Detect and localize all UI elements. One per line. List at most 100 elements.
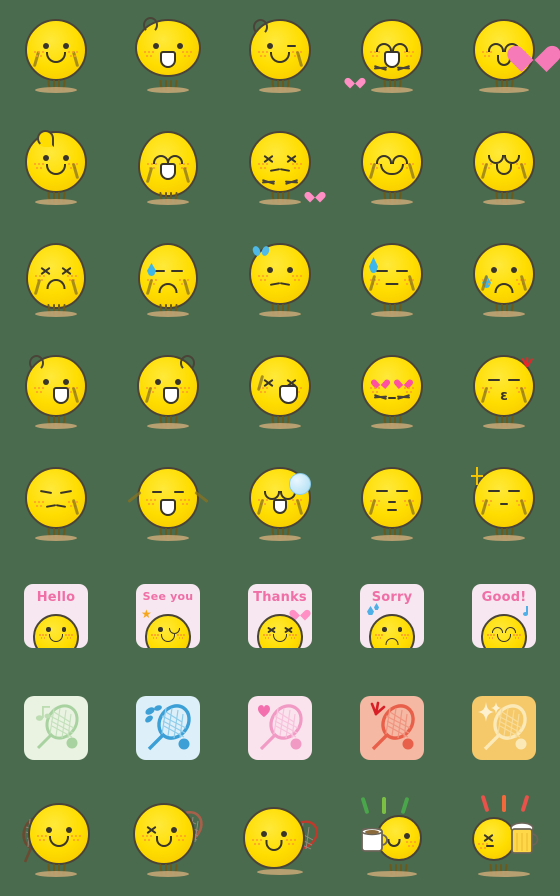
sticker-cell[interactable]: [112, 784, 224, 896]
good-tile[interactable]: Good!: [472, 584, 536, 648]
sticker-cell[interactable]: See you ★: [112, 560, 224, 672]
sad-sweating-face[interactable]: [120, 232, 216, 328]
sticker-cell[interactable]: [224, 224, 336, 336]
sticker-cell[interactable]: [448, 448, 560, 560]
heart-eyes-face[interactable]: [344, 344, 440, 440]
surprised-face-antenna[interactable]: [120, 344, 216, 440]
sticker-cell[interactable]: Thanks: [224, 560, 336, 672]
star-icon: ★: [141, 607, 152, 621]
sleepy-face-bubble[interactable]: [232, 456, 328, 552]
sticker-cell[interactable]: [0, 672, 112, 784]
face-with-racket-behind[interactable]: [8, 792, 104, 888]
sticker-cell[interactable]: [224, 784, 336, 896]
squinting-face-heart[interactable]: [232, 120, 328, 216]
puzzled-face-blue-ribbon[interactable]: [232, 232, 328, 328]
blissful-closed-eyes-face[interactable]: [456, 120, 552, 216]
open-mouth-face[interactable]: [8, 344, 104, 440]
sticker-cell[interactable]: [448, 0, 560, 112]
heart-icon: [309, 190, 321, 201]
sticker-cell[interactable]: [224, 448, 336, 560]
anger-mark-icon: [517, 356, 537, 377]
sticker-cell[interactable]: [336, 0, 448, 112]
tile-word: Sorry: [371, 590, 413, 605]
sticker-cell[interactable]: [224, 672, 336, 784]
winking-face-with-racket[interactable]: [120, 792, 216, 888]
grinning-face-antenna[interactable]: [120, 8, 216, 104]
sticker-cell[interactable]: [112, 448, 224, 560]
ribbon-icon: [253, 245, 269, 257]
excited-squint-face[interactable]: [232, 344, 328, 440]
smug-face[interactable]: [8, 456, 104, 552]
cheerful-face-arms-out[interactable]: [120, 456, 216, 552]
sticker-cell[interactable]: [112, 112, 224, 224]
sticker-cell[interactable]: [336, 224, 448, 336]
sticker-cell[interactable]: Good!: [448, 560, 560, 672]
heart-icon: [349, 76, 361, 87]
sticker-cell[interactable]: [0, 336, 112, 448]
sticker-cell[interactable]: [112, 336, 224, 448]
sticker-cell[interactable]: [336, 784, 448, 896]
racket-tile-red[interactable]: [360, 696, 424, 760]
sweat-drop-icon: [147, 263, 156, 276]
tile-face: [481, 614, 527, 648]
face-with-coffee-mug[interactable]: [344, 792, 440, 888]
sticker-cell[interactable]: [448, 784, 560, 896]
laughing-face[interactable]: [120, 120, 216, 216]
idea-face-sparkle[interactable]: [456, 456, 552, 552]
racket-tile-pink[interactable]: [248, 696, 312, 760]
sticker-cell[interactable]: [0, 448, 112, 560]
sticker-cell[interactable]: [448, 672, 560, 784]
thanks-tile[interactable]: Thanks: [248, 584, 312, 648]
sticker-cell[interactable]: [224, 112, 336, 224]
crying-x-eyes-face[interactable]: [8, 232, 104, 328]
crying-face-tear[interactable]: [456, 232, 552, 328]
content-smiling-face[interactable]: [344, 120, 440, 216]
sticker-cell[interactable]: [112, 672, 224, 784]
sticker-cell[interactable]: [0, 224, 112, 336]
sticker-cell[interactable]: [112, 0, 224, 112]
sticker-cell[interactable]: [112, 224, 224, 336]
kissing-face-anger-mark[interactable]: ε: [456, 344, 552, 440]
sorry-tile[interactable]: Sorry: [360, 584, 424, 648]
sticker-cell[interactable]: [336, 448, 448, 560]
sticker-cell[interactable]: [224, 0, 336, 112]
sticker-cell[interactable]: [0, 0, 112, 112]
see-you-tile[interactable]: See you ★: [136, 584, 200, 648]
face-swinging-racket[interactable]: [232, 792, 328, 888]
sticker-cell[interactable]: [448, 224, 560, 336]
racket-tile-orange[interactable]: [472, 696, 536, 760]
sticker-cell[interactable]: Sorry: [336, 560, 448, 672]
face-with-beer-mug[interactable]: [456, 792, 552, 888]
happy-face-with-heart[interactable]: [344, 8, 440, 104]
sticker-cell[interactable]: [336, 336, 448, 448]
smiling-face[interactable]: [8, 8, 104, 104]
tired-sweating-face[interactable]: [344, 232, 440, 328]
sticker-cell[interactable]: [448, 112, 560, 224]
sticker-cell[interactable]: [224, 336, 336, 448]
sticker-cell[interactable]: [0, 112, 112, 224]
beer-mug-icon: [509, 821, 539, 855]
coffee-mug-icon: [359, 827, 389, 853]
tennis-racket-icon: [370, 701, 415, 751]
tile-word: Thanks: [253, 590, 307, 605]
face-hugging-heart[interactable]: [456, 8, 552, 104]
winking-smile-face[interactable]: [232, 8, 328, 104]
sticker-cell[interactable]: [336, 672, 448, 784]
tile-word: Hello: [36, 590, 76, 605]
sticker-cell[interactable]: [336, 112, 448, 224]
music-note-icon: [520, 606, 528, 616]
sticker-cell[interactable]: [0, 784, 112, 896]
hair-curl-icon: [37, 130, 54, 147]
racket-tile-blue[interactable]: [136, 696, 200, 760]
emphasis-lines-icon: [480, 794, 530, 815]
tile-face: [369, 614, 415, 648]
sweat-drop-icon: [367, 606, 374, 615]
sticker-cell[interactable]: Hello: [0, 560, 112, 672]
sticker-cell[interactable]: ε: [448, 336, 560, 448]
face-with-hair-curl[interactable]: [8, 120, 104, 216]
hello-tile[interactable]: Hello: [24, 584, 88, 648]
racket-tile-green[interactable]: [24, 696, 88, 760]
sleep-bubble-icon: [289, 473, 311, 495]
sticker-grid: ε Hello See you ★ Thanks Sorry Good!: [0, 0, 560, 896]
deadpan-face[interactable]: [344, 456, 440, 552]
